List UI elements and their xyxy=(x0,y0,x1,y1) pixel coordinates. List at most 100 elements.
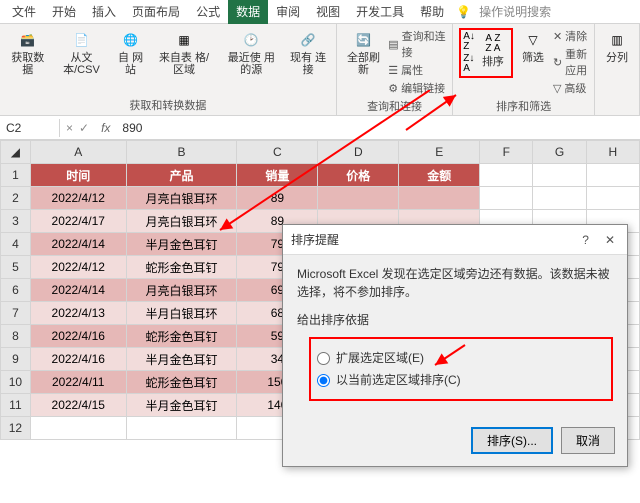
cell[interactable]: 2022/4/13 xyxy=(30,302,126,325)
queries-connections-button[interactable]: ▤查询和连接 xyxy=(388,28,446,60)
cell[interactable] xyxy=(399,187,480,210)
cell[interactable]: 2022/4/14 xyxy=(30,233,126,256)
dialog-close-icon[interactable]: ✕ xyxy=(601,233,619,247)
opt-expand[interactable]: 扩展选定区域(E) xyxy=(317,349,605,367)
cell[interactable] xyxy=(533,164,586,187)
cancel-button[interactable]: 取消 xyxy=(561,427,615,454)
col-E[interactable]: E xyxy=(399,141,480,164)
cell[interactable] xyxy=(126,417,237,440)
col-D[interactable]: D xyxy=(318,141,399,164)
row-header[interactable]: 8 xyxy=(1,325,31,348)
reapply-button[interactable]: ↻重新应用 xyxy=(553,46,588,78)
row-header[interactable]: 12 xyxy=(1,417,31,440)
col-F[interactable]: F xyxy=(480,141,533,164)
sort-asc-button[interactable]: A↓Z xyxy=(463,32,475,52)
row-header[interactable]: 5 xyxy=(1,256,31,279)
hdr-qty[interactable]: 销量 xyxy=(237,164,318,187)
cell[interactable]: 半月金色耳钉 xyxy=(126,348,237,371)
cell[interactable]: 月亮白银耳环 xyxy=(126,279,237,302)
advanced-button[interactable]: ▽高级 xyxy=(553,80,588,96)
cell[interactable]: 月亮白银耳环 xyxy=(126,210,237,233)
accept-formula-icon[interactable]: ✓ xyxy=(79,121,89,135)
col-G[interactable]: G xyxy=(533,141,586,164)
radio-current[interactable] xyxy=(317,374,330,387)
cell[interactable]: 2022/4/16 xyxy=(30,348,126,371)
tell-me[interactable]: 操作说明搜索 xyxy=(471,0,559,24)
cell[interactable]: 2022/4/17 xyxy=(30,210,126,233)
radio-expand[interactable] xyxy=(317,352,330,365)
cell[interactable]: 半月金色耳钉 xyxy=(126,394,237,417)
cell[interactable]: 2022/4/14 xyxy=(30,279,126,302)
cell[interactable]: 89 xyxy=(237,187,318,210)
hdr-amount[interactable]: 金额 xyxy=(399,164,480,187)
formula-value[interactable]: 890 xyxy=(116,121,148,135)
row-1[interactable]: 1 xyxy=(1,164,31,187)
existing-conn-button[interactable]: 🔗现有 连接 xyxy=(286,28,330,78)
tab-dev[interactable]: 开发工具 xyxy=(348,0,412,24)
edit-links-button[interactable]: ⚙编辑链接 xyxy=(388,80,446,96)
tab-review[interactable]: 审阅 xyxy=(268,0,308,24)
cell[interactable]: 2022/4/11 xyxy=(30,371,126,394)
tab-insert[interactable]: 插入 xyxy=(84,0,124,24)
dialog-titlebar[interactable]: 排序提醒 ?✕ xyxy=(283,225,627,255)
tab-layout[interactable]: 页面布局 xyxy=(124,0,188,24)
from-table-button[interactable]: ▦来自表 格/区域 xyxy=(152,28,217,78)
col-A[interactable]: A xyxy=(30,141,126,164)
tab-view[interactable]: 视图 xyxy=(308,0,348,24)
filter-button[interactable]: ▽筛选 xyxy=(517,28,549,66)
tab-data[interactable]: 数据 xyxy=(228,0,268,24)
tab-help[interactable]: 帮助 xyxy=(412,0,452,24)
cell[interactable]: 2022/4/16 xyxy=(30,325,126,348)
row-header[interactable]: 3 xyxy=(1,210,31,233)
col-B[interactable]: B xyxy=(126,141,237,164)
recent-button[interactable]: 🕑最近使 用的源 xyxy=(220,28,282,78)
from-web-button[interactable]: 🌐自 网站 xyxy=(113,28,147,78)
name-box[interactable]: C2 xyxy=(0,119,60,137)
cell[interactable]: 2022/4/12 xyxy=(30,256,126,279)
fx-icon[interactable]: fx xyxy=(95,121,116,135)
row-header[interactable]: 2 xyxy=(1,187,31,210)
row-header[interactable]: 11 xyxy=(1,394,31,417)
row-header[interactable]: 9 xyxy=(1,348,31,371)
cell[interactable]: 蛇形金色耳钉 xyxy=(126,256,237,279)
dialog-help-icon[interactable]: ? xyxy=(578,233,593,247)
row-header[interactable]: 4 xyxy=(1,233,31,256)
sort-button[interactable]: A ZZ A排序 xyxy=(477,32,509,74)
row-header[interactable]: 7 xyxy=(1,302,31,325)
col-C[interactable]: C xyxy=(237,141,318,164)
cell[interactable] xyxy=(318,187,399,210)
cell[interactable] xyxy=(586,187,639,210)
cell[interactable]: 2022/4/12 xyxy=(30,187,126,210)
cell[interactable] xyxy=(30,417,126,440)
opt-current[interactable]: 以当前选定区域排序(C) xyxy=(317,371,605,389)
refresh-all-button[interactable]: 🔄全部刷新 xyxy=(343,28,384,78)
cell[interactable]: 月亮白银耳环 xyxy=(126,187,237,210)
cell[interactable]: 半月白银耳环 xyxy=(126,302,237,325)
text-to-columns-button[interactable]: ▥分列 xyxy=(601,28,633,66)
from-csv-button[interactable]: 📄从文 本/CSV xyxy=(54,28,110,78)
cell[interactable] xyxy=(586,164,639,187)
row-header[interactable]: 6 xyxy=(1,279,31,302)
cell[interactable] xyxy=(533,187,586,210)
hdr-time[interactable]: 时间 xyxy=(30,164,126,187)
row-header[interactable]: 10 xyxy=(1,371,31,394)
select-all-corner[interactable]: ◢ xyxy=(1,141,31,164)
cell[interactable]: 半月金色耳钉 xyxy=(126,233,237,256)
sort-confirm-button[interactable]: 排序(S)... xyxy=(471,427,553,454)
properties-button[interactable]: ☰属性 xyxy=(388,62,446,78)
tab-formula[interactable]: 公式 xyxy=(188,0,228,24)
cancel-formula-icon[interactable]: × xyxy=(66,121,73,135)
cell[interactable]: 蛇形金色耳钉 xyxy=(126,371,237,394)
cell[interactable] xyxy=(480,187,533,210)
sort-desc-button[interactable]: Z↓A xyxy=(463,54,475,74)
hdr-price[interactable]: 价格 xyxy=(318,164,399,187)
hdr-product[interactable]: 产品 xyxy=(126,164,237,187)
cell[interactable]: 2022/4/15 xyxy=(30,394,126,417)
tab-home[interactable]: 开始 xyxy=(44,0,84,24)
cell[interactable] xyxy=(480,164,533,187)
clear-button[interactable]: ✕清除 xyxy=(553,28,588,44)
col-H[interactable]: H xyxy=(586,141,639,164)
cell[interactable]: 蛇形金色耳钉 xyxy=(126,325,237,348)
tab-file[interactable]: 文件 xyxy=(4,0,44,24)
get-data-button[interactable]: 🗃️获取数 据 xyxy=(6,28,50,78)
